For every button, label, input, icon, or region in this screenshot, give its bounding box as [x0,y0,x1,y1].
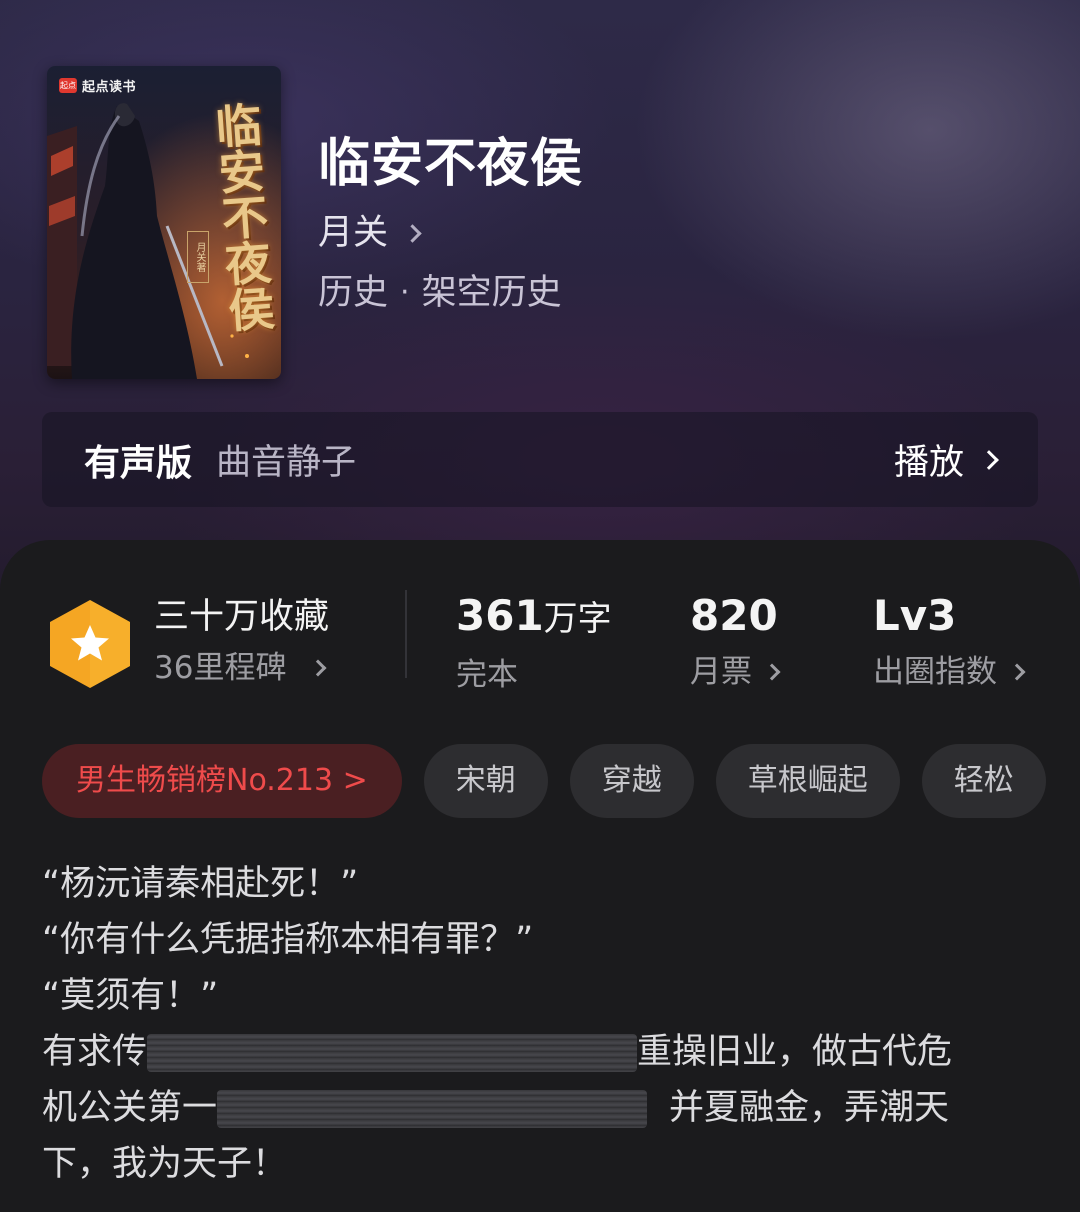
tag-song-dynasty[interactable]: 宋朝 [423,744,548,818]
synopsis-line: 机公关第一 并夏融金，弄潮天 [42,1080,1032,1136]
book-title: 临安不夜侯 [318,133,584,194]
milestone-link[interactable]: 36里程碑 [154,646,327,690]
synopsis-text: 机公关第一 [42,1088,218,1128]
audio-narrator: 曲音静子 [216,443,357,483]
cover-brand-badge: 起点 [59,78,77,93]
synopsis-line: 下，我为天子！ [42,1144,288,1184]
word-count-unit: 万字 [543,599,612,639]
monthly-votes-link[interactable]: 月票 [690,650,781,694]
author-link[interactable]: 月关 [318,210,422,256]
blurred-text [147,1034,638,1072]
book-detail-page: 起点 起点读书 临安不夜侯 月关著 临安不夜侯 月关 历史 · 架空历史 有声版… [0,0,1080,1212]
word-count-value: 361万字 [456,591,612,640]
star-badge-icon[interactable] [46,598,134,690]
book-synopsis[interactable]: “杨沅请秦相赴死！” “你有什么凭据指称本相有罪？” “莫须有！” 有求传 重操旧… [42,856,1032,1192]
book-cover[interactable]: 起点 起点读书 临安不夜侯 月关著 [47,66,281,379]
tag-row: 男生畅销榜No.213 > 宋朝 穿越 草根崛起 轻松 [42,744,1068,818]
chevron-right-icon [763,663,781,681]
collection-count: 三十万收藏 [154,597,330,637]
genre-separator: · [400,275,410,310]
monthly-votes-stat[interactable]: 820 月票 [690,590,781,694]
milestone-label: 36里程碑 [154,650,287,686]
tag-grassroots-rise[interactable]: 草根崛起 [715,744,900,818]
chevron-right-icon [309,659,327,677]
monthly-votes-label: 月票 [690,654,752,690]
word-count-stat: 361万字 完本 [456,590,612,697]
influence-index-stat[interactable]: Lv3 出圈指数 [873,590,1026,694]
influence-index-label: 出圈指数 [873,654,997,690]
audio-label: 有声版 [84,442,193,484]
subgenre: 架空历史 [421,273,562,313]
chevron-right-icon [979,449,999,470]
synopsis-line: “莫须有！” [42,976,219,1016]
influence-index-link[interactable]: 出圈指数 [873,650,1026,694]
cover-title-art: 临安不夜侯 [206,100,277,334]
stats-divider [405,590,407,678]
audio-version-bar[interactable]: 有声版 曲音静子 播放 [42,412,1038,507]
influence-level-value: Lv3 [873,591,957,640]
monthly-votes-value: 820 [690,591,778,640]
chevron-right-icon [403,223,422,243]
blurred-text [217,1090,648,1128]
synopsis-line: “杨沅请秦相赴死！” [42,864,359,904]
tag-time-travel[interactable]: 穿越 [569,744,694,818]
author-name: 月关 [318,213,389,253]
chevron-right-icon [1008,663,1026,681]
completion-status: 完本 [456,657,518,693]
bestseller-rank-tag[interactable]: 男生畅销榜No.213 > [42,744,402,818]
cover-brand: 起点读书 [82,80,137,95]
synopsis-line: 有求传 重操旧业，做古代危 [42,1024,1032,1080]
synopsis-text: 并夏融金，弄潮天 [669,1088,950,1128]
cover-author-mark: 月关著 [187,231,209,283]
synopsis-text: 重操旧业，做古代危 [637,1032,953,1072]
genre: 历史 [318,273,389,313]
tag-relaxed[interactable]: 轻松 [921,744,1046,818]
play-label: 播放 [893,443,964,483]
genre-row: 历史 · 架空历史 [318,270,562,316]
play-button[interactable]: 播放 [893,434,999,485]
synopsis-text: 有求传 [42,1032,148,1072]
synopsis-line: “你有什么凭据指称本相有罪？” [42,920,534,960]
